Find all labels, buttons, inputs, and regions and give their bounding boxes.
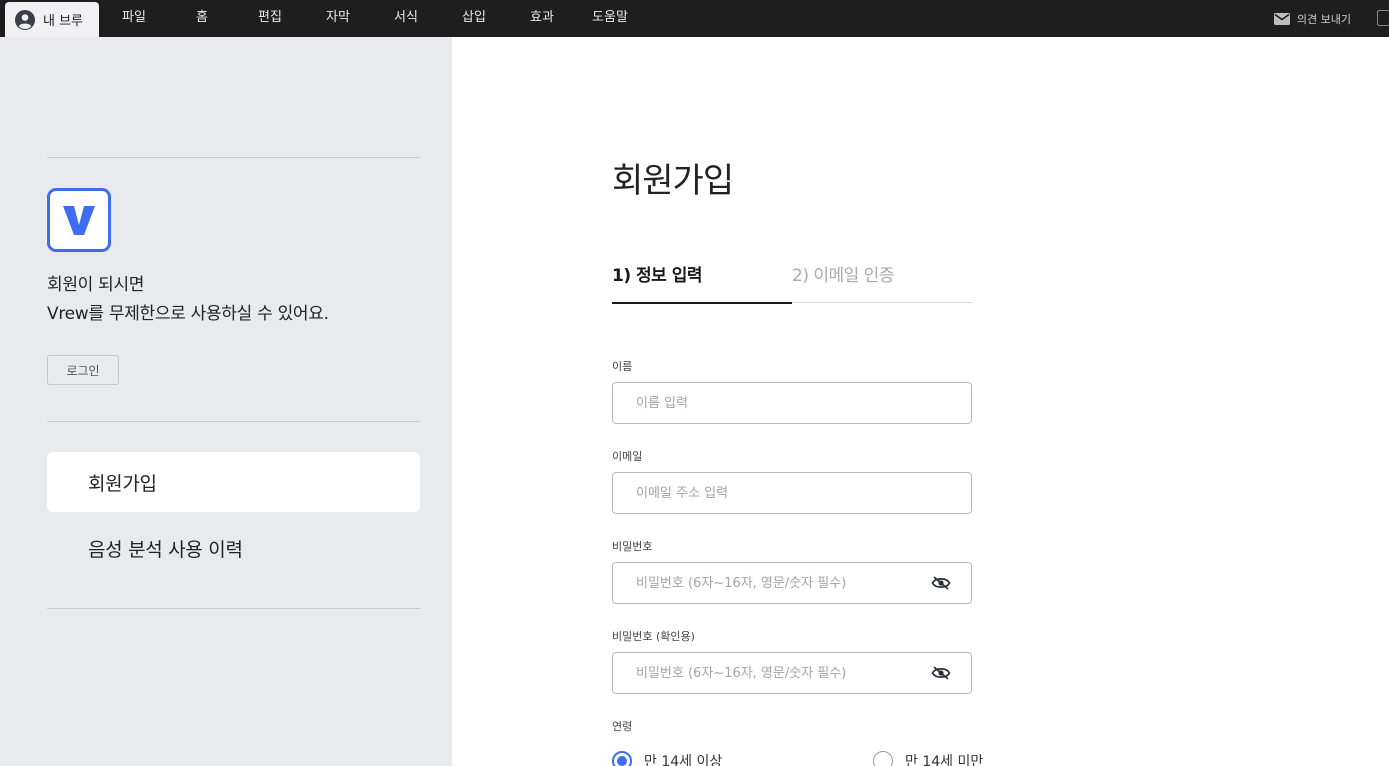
age-option-under-14[interactable]: 만 14세 미만	[873, 751, 983, 766]
account-sidebar: 회원이 되시면 Vrew를 무제한으로 사용하실 수 있어요. 로그인 회원가입…	[0, 37, 452, 766]
password-field-box	[612, 562, 972, 604]
step-info-input: 1) 정보 입력	[612, 266, 703, 286]
age-label: 연령	[612, 720, 633, 733]
user-avatar-icon	[15, 9, 35, 30]
feedback-button[interactable]: 의견 보내기	[1273, 0, 1351, 37]
radio-checked-icon[interactable]	[612, 751, 632, 766]
email-label: 이메일	[612, 450, 643, 463]
sidebar-item-signup[interactable]: 회원가입	[47, 452, 420, 512]
password-confirm-input[interactable]	[613, 653, 913, 693]
password-confirm-field-box	[612, 652, 972, 694]
radio-unchecked-icon[interactable]	[873, 751, 893, 766]
vrew-logo	[47, 188, 111, 252]
promo-line-1: 회원이 되시면	[47, 275, 145, 295]
password-input[interactable]	[613, 563, 913, 603]
age-option-label: 만 14세 이상	[644, 754, 723, 766]
vrew-logo-icon	[63, 206, 95, 235]
menu-help[interactable]: 도움말	[580, 0, 640, 37]
sidebar-divider	[47, 157, 420, 158]
member-promo-text: 회원이 되시면 Vrew를 무제한으로 사용하실 수 있어요.	[47, 271, 329, 329]
name-input[interactable]	[613, 383, 913, 423]
menu-effects[interactable]: 효과	[512, 0, 572, 37]
menu-insert[interactable]: 삽입	[444, 0, 504, 37]
step-progress-indicator	[612, 302, 792, 304]
menu-subtitle[interactable]: 자막	[308, 0, 368, 37]
top-menubar: 내 브루 파일 홈 편집 자막 서식 삽입 효과 도움말 의견 보내기	[0, 0, 1389, 37]
my-vrew-tab-label: 내 브루	[43, 14, 84, 29]
menu-home[interactable]: 홈	[172, 0, 232, 37]
login-button[interactable]: 로그인	[47, 355, 119, 385]
page-title: 회원가입	[612, 161, 734, 201]
step-email-verification: 2) 이메일 인증	[792, 266, 894, 286]
promo-line-2: Vrew를 무제한으로 사용하실 수 있어요.	[47, 304, 329, 324]
window-control-icon[interactable]	[1377, 10, 1389, 26]
mail-icon	[1273, 12, 1290, 25]
name-label: 이름	[612, 360, 633, 373]
menu-file[interactable]: 파일	[104, 0, 164, 37]
sidebar-divider	[47, 608, 420, 609]
password-confirm-label: 비밀번호 (확인용)	[612, 630, 695, 643]
my-vrew-tab[interactable]: 내 브루	[5, 2, 99, 37]
age-option-14-plus[interactable]: 만 14세 이상	[612, 751, 722, 766]
sidebar-divider	[47, 421, 420, 422]
eye-off-icon[interactable]	[931, 665, 951, 681]
email-input[interactable]	[613, 473, 913, 513]
password-label: 비밀번호	[612, 540, 653, 553]
eye-off-icon[interactable]	[931, 575, 951, 591]
menu-edit[interactable]: 편집	[240, 0, 300, 37]
age-option-label: 만 14세 미만	[905, 754, 984, 766]
menu-format[interactable]: 서식	[376, 0, 436, 37]
feedback-label: 의견 보내기	[1296, 12, 1351, 26]
sidebar-item-voice-usage-history[interactable]: 음성 분석 사용 이력	[47, 518, 420, 578]
email-field-box	[612, 472, 972, 514]
name-field-box	[612, 382, 972, 424]
